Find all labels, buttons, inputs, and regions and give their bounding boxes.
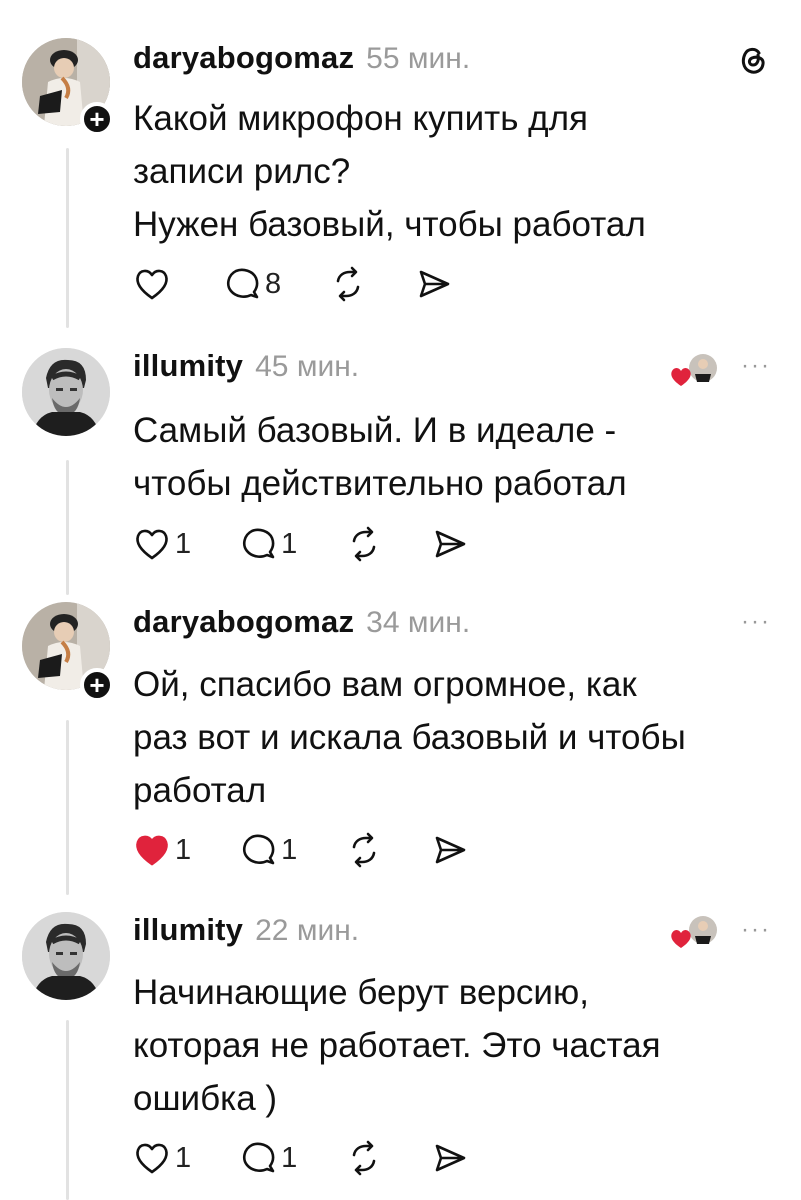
comment-icon — [243, 528, 275, 559]
post-text: Ой, спасибо вам огромное, как раз вот и … — [133, 665, 686, 810]
timestamp: 45 мин. — [255, 350, 360, 383]
thread-line — [66, 148, 69, 328]
like-button[interactable] — [133, 266, 175, 302]
heart-icon — [136, 1143, 168, 1174]
thread-line — [66, 1020, 69, 1200]
heart-icon — [136, 529, 168, 560]
more-icon[interactable]: ··· — [741, 352, 771, 380]
comment-icon — [226, 268, 259, 299]
post-header: daryabogomaz 34 мин. — [133, 604, 470, 640]
share-button[interactable] — [431, 832, 469, 868]
share-icon — [419, 270, 450, 298]
like-button[interactable]: 1 — [133, 526, 191, 562]
username[interactable]: daryabogomaz — [133, 604, 354, 640]
comment-button[interactable]: 8 — [223, 266, 281, 302]
more-icon[interactable]: ··· — [741, 916, 771, 944]
follow-plus-icon[interactable]: + — [80, 668, 114, 702]
comment-button[interactable]: 1 — [239, 832, 297, 868]
liked-by-author-avatar — [669, 912, 719, 956]
post-header: illumity 22 мин. — [133, 912, 359, 948]
share-button[interactable] — [431, 526, 469, 562]
heart-icon — [136, 269, 168, 300]
repost-icon — [352, 526, 376, 562]
username[interactable]: illumity — [133, 348, 243, 384]
comment-count: 8 — [265, 267, 282, 300]
like-count: 1 — [175, 1141, 192, 1174]
liked-by-author-avatar — [669, 350, 719, 394]
share-icon — [435, 530, 466, 558]
heart-filled-icon — [136, 835, 168, 866]
threads-logo-icon[interactable] — [737, 44, 767, 81]
repost-icon — [352, 832, 376, 868]
avatar[interactable] — [22, 912, 110, 1000]
action-bar: 1 1 — [133, 522, 517, 566]
thread-line — [66, 720, 69, 895]
like-button[interactable]: 1 — [133, 832, 191, 868]
post-text: Самый базовый. И в идеале - чтобы действ… — [133, 411, 627, 503]
comment-count: 1 — [281, 527, 298, 560]
share-button[interactable] — [415, 266, 453, 302]
timestamp: 55 мин. — [366, 42, 471, 75]
action-bar: 1 1 — [133, 828, 517, 872]
repost-icon — [336, 266, 360, 302]
share-button[interactable] — [431, 1140, 469, 1176]
action-bar: 8 — [133, 262, 501, 306]
action-bar: 1 1 — [133, 1136, 517, 1180]
post-text: Начинающие берут версию, которая не рабо… — [133, 973, 661, 1118]
follow-plus-icon[interactable]: + — [80, 102, 114, 136]
share-icon — [435, 836, 466, 864]
like-count: 1 — [175, 833, 192, 866]
comment-icon — [243, 834, 275, 865]
comment-count: 1 — [281, 833, 298, 866]
repost-button[interactable] — [329, 266, 367, 302]
post-header: daryabogomaz 55 мин. — [133, 40, 470, 76]
timestamp: 34 мин. — [366, 606, 471, 639]
share-icon — [435, 1144, 466, 1172]
like-button[interactable]: 1 — [133, 1140, 191, 1176]
thread-line — [66, 460, 69, 595]
like-count: 1 — [175, 527, 192, 560]
repost-icon — [352, 1140, 376, 1176]
username[interactable]: daryabogomaz — [133, 40, 354, 76]
post-header: illumity 45 мин. — [133, 348, 359, 384]
timestamp: 22 мин. — [255, 914, 360, 947]
username[interactable]: illumity — [133, 912, 243, 948]
post-text: Какой микрофон купить для записи рилс? Н… — [133, 99, 646, 244]
avatar[interactable] — [22, 348, 110, 436]
repost-button[interactable] — [345, 1140, 383, 1176]
comment-icon — [243, 1142, 275, 1173]
more-icon[interactable]: ··· — [741, 608, 771, 636]
comment-button[interactable]: 1 — [239, 1140, 297, 1176]
repost-button[interactable] — [345, 832, 383, 868]
comment-count: 1 — [281, 1141, 298, 1174]
comment-button[interactable]: 1 — [239, 526, 297, 562]
repost-button[interactable] — [345, 526, 383, 562]
